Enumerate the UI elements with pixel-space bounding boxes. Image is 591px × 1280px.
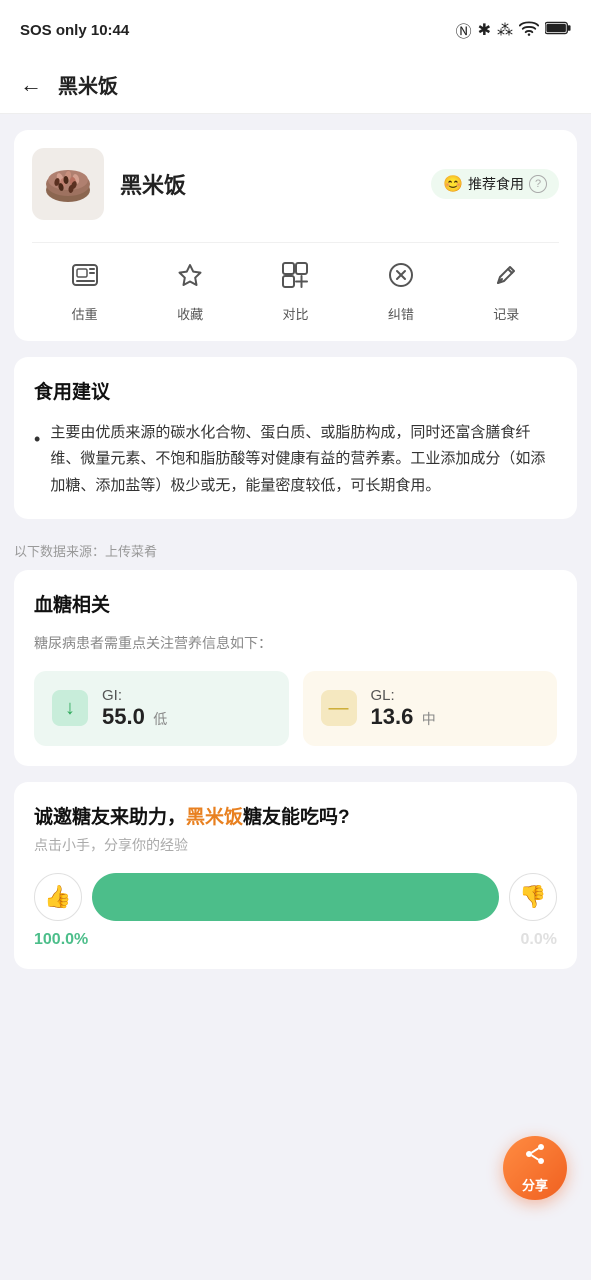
gl-level: 中 [422,711,436,727]
gl-value-row: 13.6 中 [371,704,436,730]
blood-sugar-title: 血糖相关 [34,590,557,617]
collect-label: 收藏 [177,304,203,323]
community-title-highlight: 黑米饭 [186,807,243,828]
vote-row: 👍 👎 [34,873,557,921]
advice-card: 食用建议 • 主要由优质来源的碳水化合物、蛋白质、或脂肪构成，同时还富含膳食纤维… [14,357,577,519]
advice-text: 主要由优质来源的碳水化合物、蛋白质、或脂肪构成，同时还富含膳食纤维、微量元素、不… [50,420,557,499]
collect-icon [176,261,204,296]
data-source-text: 以下数据来源：上传菜肴 [14,544,157,559]
yes-percent: 100.0% [34,931,88,949]
action-estimate[interactable]: 估重 [71,261,99,323]
advice-content: • 主要由优质来源的碳水化合物、蛋白质、或脂肪构成，同时还富含膳食纤维、微量元素… [34,420,557,499]
gi-value: 55.0 [102,704,145,729]
nfc-icon: Ⓝ [456,18,472,42]
page-title: 黑米饭 [58,70,118,99]
action-correct[interactable]: 纠错 [387,261,415,323]
status-icons: Ⓝ ✱ ⁂ [456,18,571,42]
food-name: 黑米饭 [120,168,415,200]
status-bar: SOS only 10:44 Ⓝ ✱ ⁂ [0,0,591,56]
gl-arrow-icon: — [321,690,357,726]
correct-icon [387,261,415,296]
blood-sugar-subtitle: 糖尿病患者需重点关注营养信息如下： [34,633,557,653]
share-fab[interactable]: 分享 [503,1136,567,1200]
advice-title: 食用建议 [34,377,557,404]
food-image [32,148,104,220]
gi-value-row: 55.0 低 [102,704,167,730]
thumbs-up-button[interactable]: 👍 [34,873,82,921]
gi-info: GI: 55.0 低 [102,687,167,730]
record-label: 记录 [493,304,519,323]
action-record[interactable]: 记录 [492,261,520,323]
gi-label: GI: [102,687,167,704]
wifi-icon [519,20,539,41]
compare-label: 对比 [282,304,308,323]
estimate-label: 估重 [72,304,98,323]
action-collect[interactable]: 收藏 [176,261,204,323]
compare-icon [281,261,309,296]
signal-icon: ⁂ [497,20,513,40]
gl-value: 13.6 [371,704,414,729]
battery-icon [545,21,571,40]
action-row: 估重 收藏 对比 [32,242,559,323]
thumbs-down-button[interactable]: 👎 [509,873,557,921]
status-time: SOS only 10:44 [20,22,129,39]
recommend-text: 推荐食用 [468,174,524,194]
food-card: 黑米饭 😊 推荐食用 ? 估重 [14,130,577,341]
food-header: 黑米饭 😊 推荐食用 ? [32,148,559,220]
vote-bar [92,873,499,921]
correct-label: 纠错 [388,304,414,323]
blood-sugar-card: 血糖相关 糖尿病患者需重点关注营养信息如下： ↓ GI: 55.0 低 — GL… [14,570,577,766]
gi-level: 低 [153,711,167,727]
no-percent: 0.0% [521,931,557,949]
recommend-emoji: 😊 [443,174,463,194]
gi-metric-box: ↓ GI: 55.0 低 [34,671,289,746]
community-subtitle: 点击小手，分享你的经验 [34,835,557,855]
community-card: 诚邀糖友来助力，黑米饭糖友能吃吗? 点击小手，分享你的经验 👍 👎 100.0%… [14,782,577,969]
community-title-part2: 糖友能吃吗? [243,807,350,828]
blood-metrics-row: ↓ GI: 55.0 低 — GL: 13.6 中 [34,671,557,746]
community-title-part1: 诚邀糖友来助力， [34,807,186,828]
page-header: ← 黑米饭 [0,56,591,114]
help-icon[interactable]: ? [529,175,547,193]
back-button[interactable]: ← [20,72,42,98]
data-source: 以下数据来源：上传菜肴 [0,535,591,570]
share-label: 分享 [522,1175,548,1194]
gl-info: GL: 13.6 中 [371,687,436,730]
vote-labels: 100.0% 0.0% [34,925,557,949]
gl-metric-box: — GL: 13.6 中 [303,671,558,746]
bluetooth-icon: ✱ [478,20,491,40]
recommend-badge: 😊 推荐食用 ? [431,169,559,199]
estimate-icon [71,261,99,296]
action-compare[interactable]: 对比 [281,261,309,323]
gl-label: GL: [371,687,436,704]
community-title: 诚邀糖友来助力，黑米饭糖友能吃吗? [34,802,557,829]
record-icon [492,261,520,296]
bullet-icon: • [34,424,40,456]
share-icon [523,1142,547,1172]
gi-arrow-icon: ↓ [52,690,88,726]
